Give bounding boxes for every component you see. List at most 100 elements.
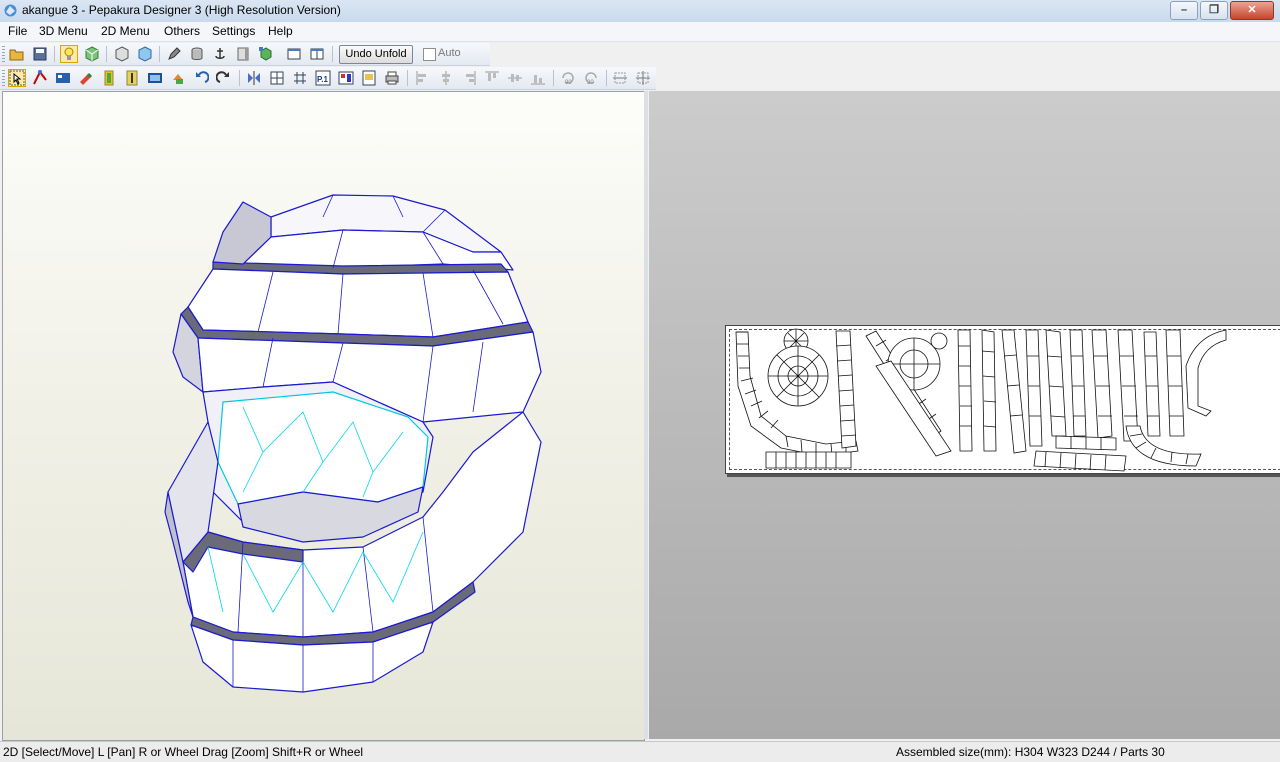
status-bar: 2D [Select/Move] L [Pan] R or Wheel Drag… (0, 741, 1280, 762)
rotate-90-button[interactable]: 90 (560, 70, 576, 86)
toolbar-separator (54, 46, 55, 62)
flap-icon (237, 47, 249, 61)
minimize-button[interactable]: – (1170, 1, 1198, 20)
toolbar-grip[interactable] (2, 46, 5, 62)
preview-icon (362, 70, 376, 86)
fit-width-icon (613, 72, 627, 84)
lightbulb-icon (64, 47, 74, 60)
mirror-icon (248, 71, 260, 85)
pepakura-app-icon (3, 3, 18, 18)
menu-others[interactable]: Others (163, 24, 201, 38)
split-window-icon (310, 48, 324, 60)
flap-button[interactable] (235, 46, 251, 62)
save-button[interactable] (32, 46, 48, 62)
colored-cube-icon (85, 46, 99, 62)
anchor-icon (215, 48, 225, 59)
undo-unfold-button[interactable]: Undo Unfold (339, 45, 413, 64)
grid-button[interactable] (292, 70, 308, 86)
print-button[interactable] (384, 70, 400, 86)
fit-width-button[interactable] (612, 70, 628, 86)
layout-icon (338, 71, 354, 85)
align-top-icon (485, 71, 499, 81)
edge-id-button[interactable] (124, 70, 140, 86)
minimize-icon: – (1180, 4, 1188, 16)
toolbar-separator (407, 70, 408, 86)
page-number-icon: P.1 (315, 70, 331, 86)
pencil-icon (168, 47, 181, 60)
join-edge-button[interactable] (32, 70, 48, 86)
flaps-icon (270, 71, 284, 85)
align-center-button[interactable] (438, 70, 454, 86)
3d-view[interactable] (2, 91, 645, 741)
align-middle-button[interactable] (507, 70, 523, 86)
layout-button[interactable] (338, 70, 354, 86)
rotate-30-icon: 30 (585, 72, 597, 86)
unfold-cube-icon (259, 47, 272, 61)
edge-id-icon (126, 70, 138, 86)
select-tool-button[interactable] (8, 69, 26, 87)
texture-view-button[interactable] (84, 46, 100, 62)
align-right-button[interactable] (461, 70, 477, 86)
move-part-icon (173, 74, 183, 84)
light-toggle-button[interactable] (60, 45, 78, 63)
fit-page-icon (636, 71, 650, 85)
dual-view-button[interactable] (309, 46, 325, 62)
menu-help[interactable]: Help (267, 24, 294, 38)
view-splitter[interactable] (644, 91, 648, 739)
texture-button[interactable] (55, 70, 71, 86)
2d-view[interactable] (649, 91, 1280, 739)
align-bottom-icon (531, 75, 545, 85)
page-number-button[interactable]: P.1 (315, 70, 331, 86)
rotate-30-button[interactable]: 30 (583, 70, 599, 86)
close-icon: ✕ (1247, 4, 1257, 16)
toolbar-grip[interactable] (2, 70, 5, 86)
toolbar-separator (159, 46, 160, 62)
shaded-view-button[interactable] (137, 46, 153, 62)
wireframe-view-button[interactable] (114, 46, 130, 62)
grid-icon (294, 72, 306, 84)
image-button[interactable] (147, 70, 163, 86)
status-mode-hint: 2D [Select/Move] L [Pan] R or Wheel Drag… (3, 745, 364, 759)
page-number-label: P.1 (317, 75, 329, 84)
menu-file[interactable]: File (7, 24, 28, 38)
menu-2d[interactable]: 2D Menu (100, 24, 151, 38)
open-file-button[interactable] (9, 46, 25, 62)
align-top-button[interactable] (484, 70, 500, 86)
align-left-button[interactable] (415, 70, 431, 86)
window-icon (287, 48, 301, 60)
join-edge-icon (33, 70, 47, 85)
print-preview-button[interactable] (361, 70, 377, 86)
window-title: akangue 3 - Pepakura Designer 3 (High Re… (22, 3, 341, 17)
unfold-button[interactable] (258, 46, 274, 62)
maximize-button[interactable]: ❐ (1200, 1, 1228, 20)
menu-3d[interactable]: 3D Menu (38, 24, 89, 38)
tab-icon (104, 70, 114, 86)
cylinder-icon (191, 47, 203, 60)
edit-edge-button[interactable] (166, 46, 182, 62)
align-center-icon (442, 71, 450, 85)
align-bottom-button[interactable] (530, 70, 546, 86)
cylinder-view-button[interactable] (189, 46, 205, 62)
save-icon (33, 47, 47, 61)
wire-cube-icon (115, 46, 129, 62)
fit-page-button[interactable] (635, 70, 651, 86)
move-part-button[interactable] (170, 70, 186, 86)
toolbar-separator (606, 70, 607, 86)
menu-settings[interactable]: Settings (211, 24, 256, 38)
toolbar-separator (553, 70, 554, 86)
redo-button[interactable] (216, 70, 232, 86)
undo-button[interactable] (193, 70, 209, 86)
mirror-button[interactable] (246, 70, 262, 86)
anchor-button[interactable] (212, 46, 228, 62)
single-view-button[interactable] (286, 46, 302, 62)
show-flaps-button[interactable] (269, 70, 285, 86)
helmet-3d-model[interactable] (3, 92, 644, 740)
paint-button[interactable] (78, 70, 94, 86)
auto-checkbox[interactable] (423, 48, 436, 61)
tab-button[interactable] (101, 70, 117, 86)
rotate-30-label: 30 (587, 80, 594, 86)
rotate-90-icon: 90 (562, 72, 574, 86)
close-button[interactable]: ✕ (1230, 1, 1274, 20)
unfolded-parts[interactable] (726, 326, 1280, 473)
auto-checkbox-label: Auto (438, 47, 461, 59)
